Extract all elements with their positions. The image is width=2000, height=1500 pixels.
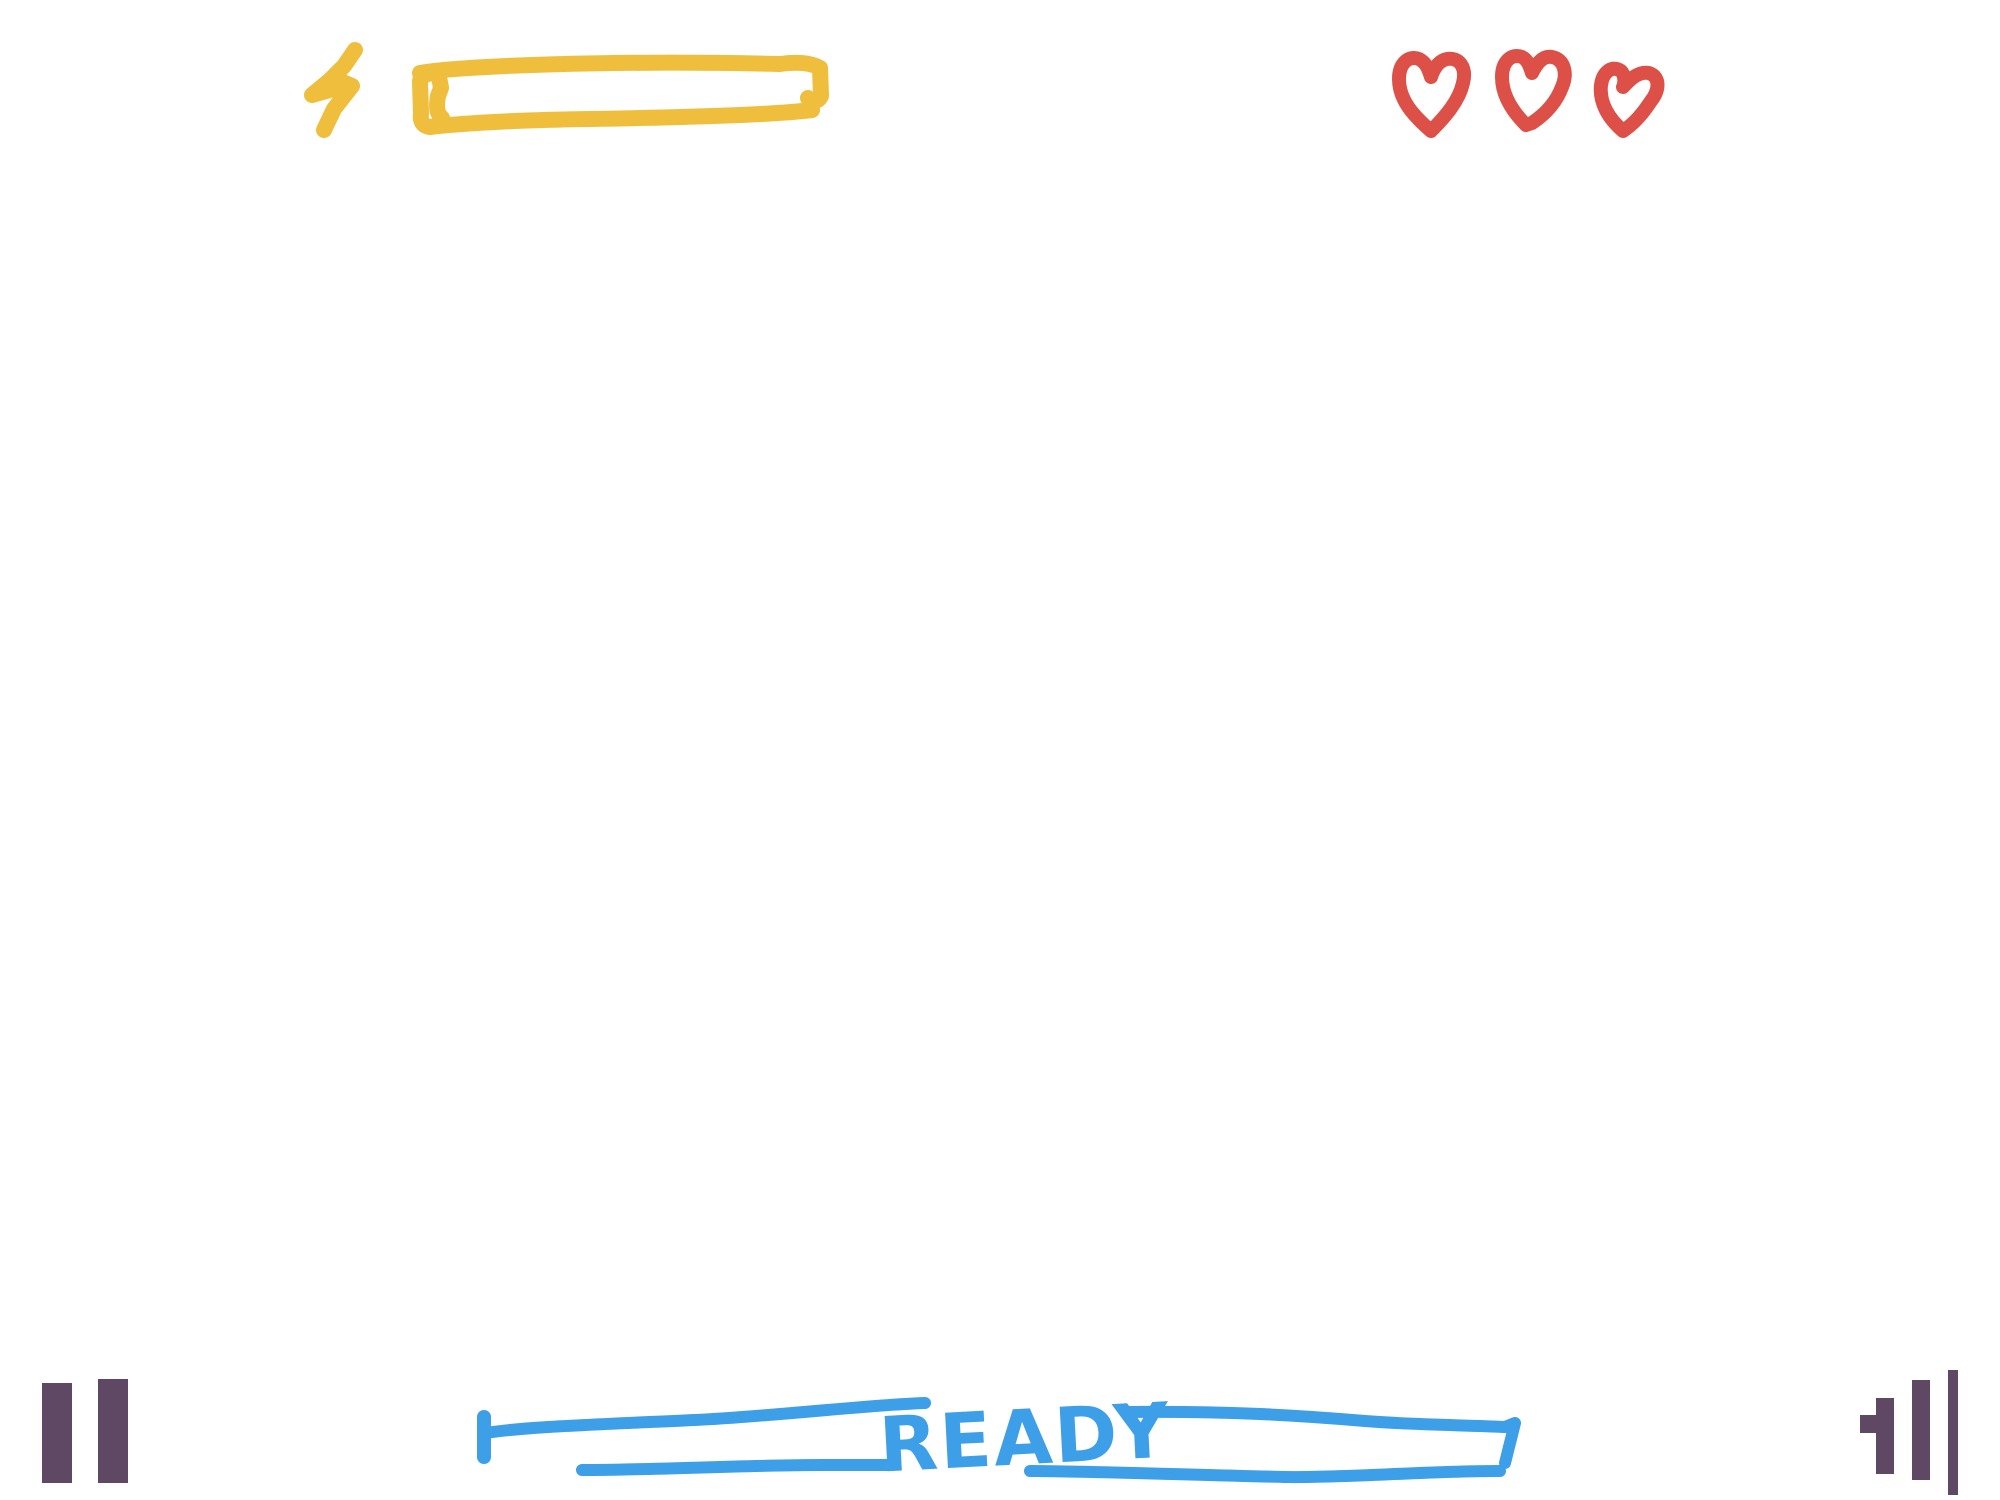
ready-banner: READY bbox=[465, 1375, 1535, 1490]
heart-icon bbox=[1495, 49, 1572, 132]
pause-button[interactable] bbox=[40, 1375, 135, 1485]
energy-meter-graphic bbox=[304, 42, 829, 138]
lives-display bbox=[1385, 45, 1675, 145]
heart-icon bbox=[1392, 51, 1471, 138]
energy-bar-frame bbox=[412, 54, 829, 135]
ready-label: READY bbox=[876, 1385, 1174, 1490]
game-screen: READY bbox=[0, 0, 2000, 1500]
energy-meter bbox=[290, 40, 850, 150]
signal-bars-icon bbox=[1860, 1370, 1958, 1495]
pause-icon bbox=[42, 1379, 128, 1483]
heart-icon bbox=[1593, 61, 1665, 138]
signal-indicator[interactable] bbox=[1860, 1370, 1960, 1500]
lightning-bolt-icon bbox=[304, 42, 363, 138]
